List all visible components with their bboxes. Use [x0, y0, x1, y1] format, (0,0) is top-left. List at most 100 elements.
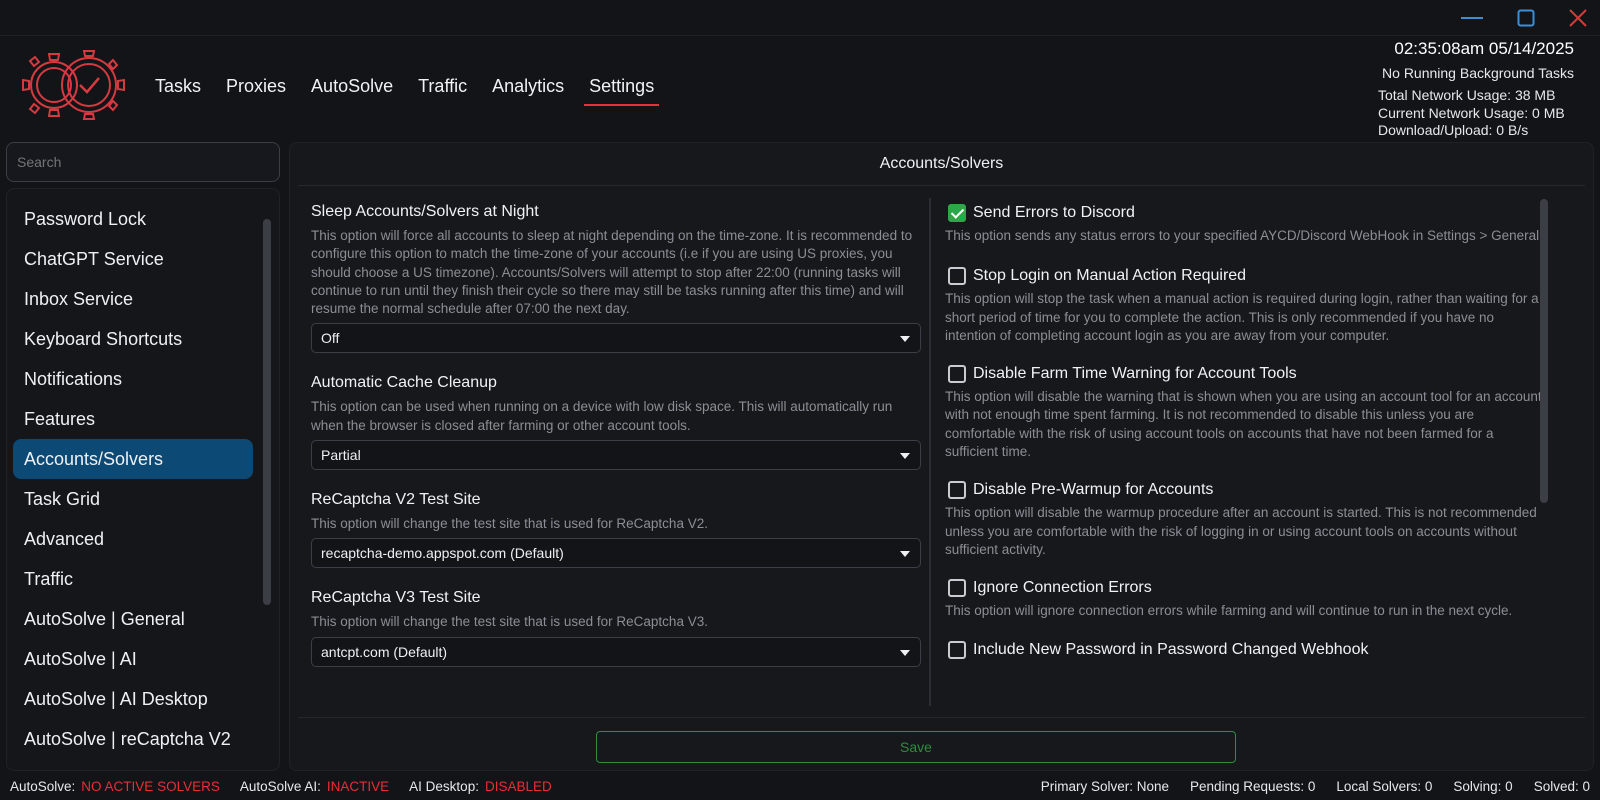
minimize-button[interactable] — [1457, 6, 1487, 30]
ai-desktop-status: AI Desktop: DISABLED — [409, 779, 552, 794]
sidebar-item-task-grid[interactable]: Task Grid — [13, 479, 253, 519]
setting-recaptcha-v2: ReCaptcha V2 Test Site This option will … — [311, 490, 921, 569]
download-upload: Download/Upload: 0 B/s — [1378, 122, 1529, 138]
setting-title: Send Errors to Discord — [973, 204, 1135, 221]
settings-sidebar: Password Lock ChatGPT Service Inbox Serv… — [6, 188, 280, 771]
maximize-button[interactable] — [1511, 6, 1541, 30]
main-nav: Tasks Proxies AutoSolve Traffic Analytic… — [155, 76, 679, 106]
panel-title-divider — [298, 185, 1585, 186]
chevron-down-icon — [900, 551, 910, 558]
pending-requests: Pending Requests: 0 — [1190, 779, 1316, 794]
farm-time-warning-checkbox[interactable] — [948, 365, 966, 384]
setting-sleep-accounts: Sleep Accounts/Solvers at Night This opt… — [311, 202, 921, 354]
autosolve-status: AutoSolve: NO ACTIVE SOLVERS — [10, 779, 220, 794]
sidebar-item-autosolve-general[interactable]: AutoSolve | General — [13, 599, 253, 639]
recaptcha-v2-dropdown[interactable]: recaptcha-demo.appspot.com (Default) — [311, 538, 921, 569]
recaptcha-v3-dropdown[interactable]: antcpt.com (Default) — [311, 636, 921, 667]
setting-description: This option will change the test site th… — [311, 516, 708, 532]
setting-description: This option will stop the task when a ma… — [945, 291, 1539, 343]
title-divider — [0, 35, 1600, 36]
sleep-accounts-dropdown[interactable]: Off — [311, 323, 921, 354]
network-stats: Total Network Usage: 38 MB Current Netwo… — [1378, 87, 1565, 140]
setting-cache-cleanup: Automatic Cache Cleanup This option can … — [311, 373, 921, 471]
local-solvers: Local Solvers: 0 — [1336, 779, 1433, 794]
sidebar-item-keyboard-shortcuts[interactable]: Keyboard Shortcuts — [13, 319, 253, 359]
settings-panel: Accounts/Solvers Sleep Accounts/Solvers … — [289, 142, 1594, 771]
solved-count: Solved: 0 — [1533, 779, 1590, 794]
search-input[interactable] — [6, 142, 280, 182]
sidebar-item-notifications[interactable]: Notifications — [13, 359, 253, 399]
gear-check-icon — [22, 50, 125, 120]
nav-autosolve[interactable]: AutoSolve — [311, 76, 393, 103]
primary-solver: Primary Solver: None — [1040, 779, 1169, 794]
status-value: DISABLED — [484, 779, 552, 794]
setting-title: Ignore Connection Errors — [973, 579, 1152, 597]
panel-footer-divider — [298, 717, 1585, 718]
sidebar-scrollbar[interactable] — [263, 219, 271, 605]
save-button[interactable]: Save — [596, 731, 1236, 763]
setting-title: Sleep Accounts/Solvers at Night — [311, 203, 539, 220]
setting-description: This option will ignore connection error… — [945, 603, 1513, 619]
sidebar-item-autosolve-recaptcha-v2[interactable]: AutoSolve | reCaptcha V2 — [13, 719, 253, 759]
setting-title: Disable Farm Time Warning for Account To… — [973, 365, 1297, 383]
sidebar-item-accounts-solvers[interactable]: Accounts/Solvers — [13, 439, 253, 479]
settings-scrollbar[interactable] — [1540, 199, 1548, 503]
sidebar-item-chatgpt-service[interactable]: ChatGPT Service — [13, 239, 253, 279]
setting-description: This option sends any status errors to y… — [945, 228, 1543, 243]
sidebar-item-features[interactable]: Features — [13, 399, 253, 439]
chevron-down-icon — [900, 649, 910, 656]
column-divider — [929, 198, 931, 706]
right-settings-column: Send Errors to Discord This option sends… — [945, 202, 1545, 661]
include-new-password-checkbox[interactable] — [948, 640, 966, 659]
maximize-icon — [1517, 9, 1535, 27]
status-label: AI Desktop: — [409, 779, 479, 794]
setting-description: This option can be used when running on … — [311, 399, 893, 433]
clock: 02:35:08am 05/14/2025 — [1394, 39, 1574, 58]
dropdown-value: antcpt.com (Default) — [321, 643, 448, 660]
sidebar-item-autosolve-ai[interactable]: AutoSolve | AI — [13, 639, 253, 679]
close-icon — [1569, 9, 1587, 27]
solving-count: Solving: 0 — [1453, 779, 1513, 794]
close-button[interactable] — [1563, 6, 1593, 30]
status-value: INACTIVE — [326, 779, 390, 794]
status-bar: AutoSolve: NO ACTIVE SOLVERS AutoSolve A… — [0, 776, 1600, 800]
total-network-usage: Total Network Usage: 38 MB — [1378, 87, 1556, 103]
nav-tasks[interactable]: Tasks — [155, 76, 201, 103]
setting-description: This option will change the test site th… — [311, 614, 708, 630]
stop-login-checkbox[interactable] — [948, 267, 966, 286]
dropdown-value: recaptcha-demo.appspot.com (Default) — [321, 545, 564, 562]
app-logo — [22, 50, 128, 120]
chevron-down-icon — [900, 453, 910, 460]
setting-ignore-connection-errors: Ignore Connection Errors This option wil… — [945, 577, 1545, 620]
header-status: 02:35:08am 05/14/2025 No Running Backgro… — [1382, 38, 1574, 82]
ignore-connection-errors-checkbox[interactable] — [948, 579, 966, 598]
sidebar-item-autosolve-ai-desktop[interactable]: AutoSolve | AI Desktop — [13, 679, 253, 719]
setting-farm-time-warning: Disable Farm Time Warning for Account To… — [945, 363, 1545, 461]
setting-title: Include New Password in Password Changed… — [973, 640, 1369, 658]
chevron-down-icon — [900, 336, 910, 343]
status-label: AutoSolve: — [10, 779, 76, 794]
nav-analytics[interactable]: Analytics — [492, 76, 564, 103]
setting-description: This option will disable the warmup proc… — [945, 505, 1537, 557]
panel-title: Accounts/Solvers — [879, 155, 1004, 172]
sidebar-item-traffic[interactable]: Traffic — [13, 559, 253, 599]
status-label: AutoSolve AI: — [239, 779, 321, 794]
cache-cleanup-dropdown[interactable]: Partial — [311, 440, 921, 471]
sidebar-item-inbox-service[interactable]: Inbox Service — [13, 279, 253, 319]
setting-include-new-password: Include New Password in Password Changed… — [945, 639, 1545, 661]
setting-title: ReCaptcha V3 Test Site — [311, 589, 481, 607]
background-tasks-status: No Running Background Tasks — [1382, 65, 1574, 81]
nav-proxies[interactable]: Proxies — [226, 76, 286, 103]
setting-description: This option will force all accounts to s… — [311, 228, 913, 317]
sidebar-item-password-lock[interactable]: Password Lock — [13, 199, 253, 239]
setting-title: Disable Pre-Warmup for Accounts — [973, 481, 1214, 499]
sidebar-item-advanced[interactable]: Advanced — [13, 519, 253, 559]
nav-settings[interactable]: Settings — [584, 76, 660, 106]
pre-warmup-checkbox[interactable] — [948, 481, 966, 500]
autosolve-ai-status: AutoSolve AI: INACTIVE — [240, 779, 389, 794]
minimize-icon — [1461, 17, 1483, 19]
left-settings-column: Sleep Accounts/Solvers at Night This opt… — [311, 202, 921, 667]
send-errors-checkbox[interactable] — [948, 204, 966, 222]
current-network-usage: Current Network Usage: 0 MB — [1378, 104, 1565, 121]
nav-traffic[interactable]: Traffic — [418, 76, 467, 103]
